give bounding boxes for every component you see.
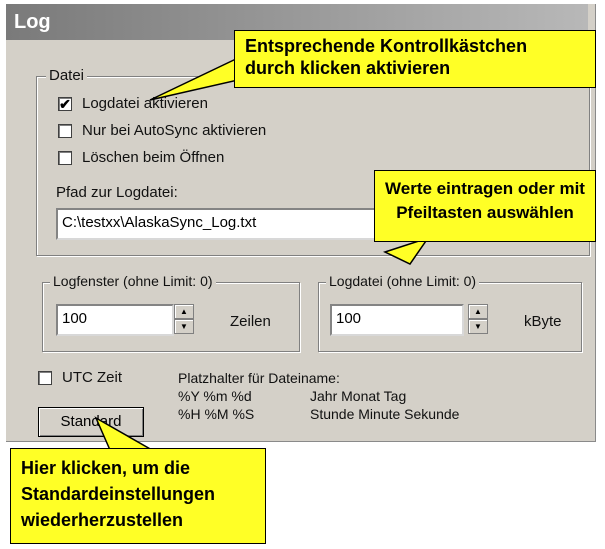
callout-checkboxes: Entsprechende Kontrollkästchen durch kli… (234, 30, 596, 88)
callout-line: Werte eintragen oder mit (385, 179, 585, 198)
callout-values: Werte eintragen oder mit Pfeiltasten aus… (374, 170, 596, 242)
callout-line: Pfeiltasten auswählen (396, 203, 574, 222)
callout-line: Standardeinstellungen (21, 484, 216, 504)
callout-standard: Hier klicken, um die Standardeinstellung… (10, 448, 266, 544)
callout-line: wiederherzustellen (21, 510, 184, 530)
callout-line: Entsprechende Kontrollkästchen (245, 36, 528, 56)
callout-line: durch klicken aktivieren (245, 58, 451, 78)
callout-line: Hier klicken, um die (21, 458, 191, 478)
